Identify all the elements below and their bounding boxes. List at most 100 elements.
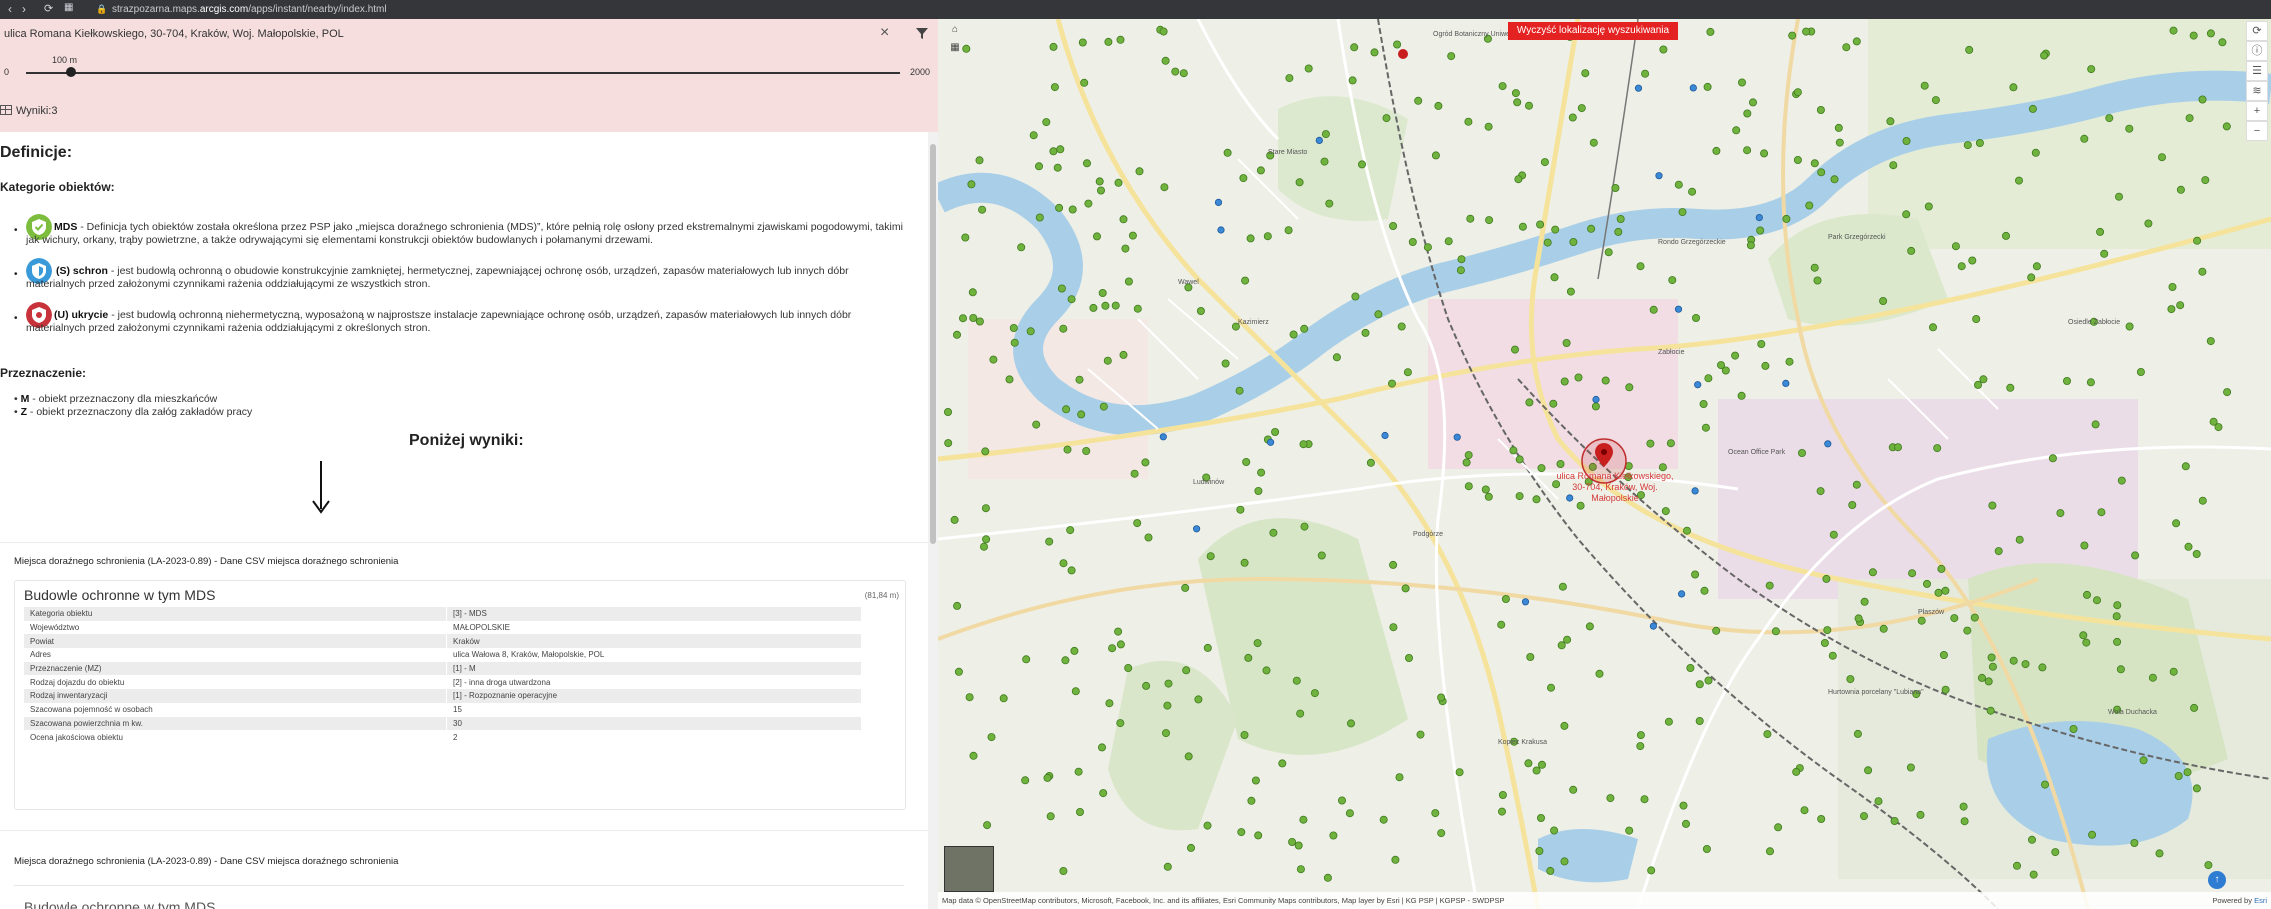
mds-marker[interactable]: [2041, 780, 2050, 789]
mds-marker[interactable]: [1133, 519, 1142, 528]
mds-marker[interactable]: [1005, 375, 1014, 384]
shelter-marker[interactable]: [1193, 525, 1201, 533]
mds-marker[interactable]: [2168, 282, 2177, 291]
mds-marker[interactable]: [1924, 202, 1933, 211]
mds-marker[interactable]: [1974, 380, 1983, 389]
mds-marker[interactable]: [2115, 192, 2124, 201]
mds-marker[interactable]: [1050, 83, 1059, 92]
mds-marker[interactable]: [1965, 45, 1974, 54]
mds-marker[interactable]: [1550, 826, 1559, 835]
mds-marker[interactable]: [1540, 158, 1549, 167]
mds-marker[interactable]: [1717, 361, 1726, 370]
mds-marker[interactable]: [1513, 98, 1522, 107]
mds-marker[interactable]: [1116, 640, 1125, 649]
mds-marker[interactable]: [1484, 122, 1493, 131]
mds-marker[interactable]: [1957, 262, 1966, 271]
mds-marker[interactable]: [2093, 596, 2102, 605]
mds-marker[interactable]: [1560, 377, 1569, 386]
mds-marker[interactable]: [1464, 451, 1473, 460]
clear-search-icon[interactable]: ×: [880, 24, 889, 42]
mds-marker[interactable]: [1902, 137, 1911, 146]
mds-marker[interactable]: [1323, 873, 1332, 882]
mds-marker[interactable]: [1074, 767, 1083, 776]
mds-marker[interactable]: [2079, 631, 2088, 640]
mds-marker[interactable]: [1171, 67, 1180, 76]
mds-marker[interactable]: [1437, 693, 1446, 702]
mds-marker[interactable]: [1071, 687, 1080, 696]
mds-marker[interactable]: [1879, 624, 1888, 633]
shelter-marker[interactable]: [1824, 440, 1832, 448]
mds-marker[interactable]: [1099, 789, 1108, 798]
mds-marker[interactable]: [1346, 719, 1355, 728]
mds-marker[interactable]: [1414, 96, 1423, 105]
mds-marker[interactable]: [1820, 639, 1829, 648]
mds-marker[interactable]: [1842, 43, 1851, 52]
mds-marker[interactable]: [1959, 802, 1968, 811]
mds-marker[interactable]: [2222, 122, 2231, 131]
mds-marker[interactable]: [1509, 446, 1518, 455]
distance-slider-handle[interactable]: [66, 67, 76, 77]
mds-marker[interactable]: [1404, 654, 1413, 663]
mds-marker[interactable]: [1223, 148, 1232, 157]
mds-marker[interactable]: [1447, 52, 1456, 61]
mds-marker[interactable]: [1514, 175, 1523, 184]
mds-marker[interactable]: [1848, 500, 1857, 509]
shelter-marker[interactable]: [1214, 198, 1223, 206]
mds-marker[interactable]: [1455, 768, 1464, 777]
mds-marker[interactable]: [1186, 843, 1195, 852]
mds-marker[interactable]: [1299, 815, 1308, 824]
mds-marker[interactable]: [2155, 849, 2164, 858]
result-card[interactable]: Budowle ochronne w tym MDS (81,84 m) Kat…: [14, 580, 906, 810]
mds-marker[interactable]: [1757, 339, 1766, 348]
mds-marker[interactable]: [1835, 138, 1844, 147]
mds-marker[interactable]: [953, 601, 962, 610]
mds-marker[interactable]: [1547, 683, 1556, 692]
mds-marker[interactable]: [1300, 522, 1309, 531]
mds-marker[interactable]: [1712, 626, 1721, 635]
shelter-marker[interactable]: [1217, 226, 1225, 234]
mds-marker[interactable]: [1284, 226, 1293, 235]
mds-marker[interactable]: [1397, 322, 1406, 331]
red-marker-icon[interactable]: [1398, 49, 1408, 59]
mds-marker[interactable]: [1240, 731, 1249, 740]
mds-marker[interactable]: [2096, 227, 2105, 236]
mds-marker[interactable]: [2206, 337, 2215, 346]
mds-marker[interactable]: [2048, 454, 2057, 463]
mds-marker[interactable]: [1988, 501, 1997, 510]
mds-marker[interactable]: [1939, 651, 1948, 660]
mds-marker[interactable]: [1066, 526, 1075, 535]
mds-marker[interactable]: [1704, 374, 1713, 383]
zoom-out-button[interactable]: −: [2246, 121, 2268, 141]
mds-marker[interactable]: [2069, 725, 2078, 734]
mds-marker[interactable]: [1986, 706, 1995, 715]
mds-marker[interactable]: [1798, 448, 1807, 457]
mds-marker[interactable]: [2158, 153, 2167, 162]
mds-marker[interactable]: [1916, 810, 1925, 819]
mds-marker[interactable]: [1246, 234, 1255, 243]
mds-marker[interactable]: [2183, 768, 2192, 777]
mds-marker[interactable]: [1237, 828, 1246, 837]
mds-marker[interactable]: [2009, 656, 2018, 665]
mds-marker[interactable]: [1902, 210, 1911, 219]
mds-marker[interactable]: [1712, 146, 1721, 155]
locate-icon[interactable]: ↑: [2208, 871, 2226, 889]
mds-marker[interactable]: [1095, 177, 1104, 186]
mds-marker[interactable]: [1456, 266, 1465, 275]
mds-marker[interactable]: [1601, 376, 1610, 385]
mds-marker[interactable]: [1737, 391, 1746, 400]
mds-marker[interactable]: [1511, 345, 1520, 354]
mds-marker[interactable]: [1061, 656, 1070, 665]
mds-marker[interactable]: [2040, 51, 2049, 60]
mds-marker[interactable]: [1886, 117, 1895, 126]
mds-marker[interactable]: [1535, 847, 1544, 856]
mds-marker[interactable]: [2185, 114, 2194, 123]
mds-marker[interactable]: [1068, 205, 1077, 214]
mds-marker[interactable]: [1699, 399, 1708, 408]
mds-marker[interactable]: [1032, 420, 1041, 429]
shelter-marker[interactable]: [1677, 590, 1686, 598]
info-icon[interactable]: ⓘ: [2246, 41, 2268, 61]
menu-icon[interactable]: ☰: [2246, 61, 2268, 81]
mds-marker[interactable]: [1059, 324, 1068, 333]
mds-marker[interactable]: [2027, 273, 2036, 282]
mds-marker[interactable]: [1551, 225, 1560, 234]
